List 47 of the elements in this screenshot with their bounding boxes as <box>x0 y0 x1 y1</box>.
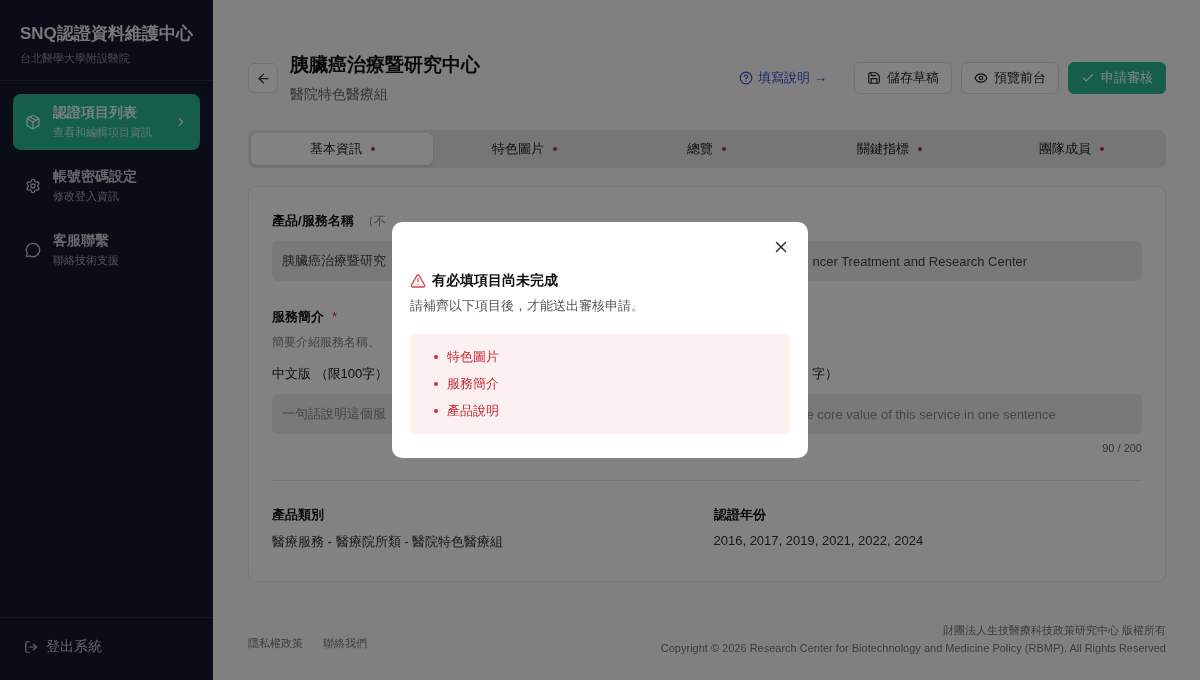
bullet-icon <box>434 382 438 386</box>
check-icon <box>1081 71 1095 85</box>
character-count: 90 / 200 <box>1101 442 1142 454</box>
footer-link[interactable]: 聯絡我們 <box>323 636 367 651</box>
chat-icon <box>25 242 41 258</box>
tab[interactable]: 總覽 <box>615 133 799 165</box>
bullet-icon <box>434 409 438 413</box>
field-label: 中文版 （限100字） <box>272 365 390 383</box>
app-title: SNQ認證資料維護中心 <box>20 23 193 45</box>
tab[interactable]: 基本資訊 <box>251 133 434 165</box>
warning-icon <box>410 273 426 289</box>
box-icon <box>25 114 41 130</box>
field-label: 產品/服務名稱 <box>272 212 354 230</box>
field-label: 字） <box>810 365 839 383</box>
info-value: 2016, 2017, 2019, 2021, 2022, 2024 <box>713 533 925 548</box>
info-label: 產品類別 <box>272 507 324 522</box>
tab[interactable]: 關鍵指標 <box>798 133 981 165</box>
field-label: 服務簡介 <box>272 308 324 326</box>
logout-button[interactable]: 登出系統 <box>0 617 213 680</box>
field-note: （不 <box>361 213 386 230</box>
eye-icon <box>974 71 988 85</box>
footer-org: 財團法人生技醫療科技政策研究中心 版權所有 <box>942 623 1166 638</box>
settings-icon <box>25 178 41 194</box>
missing-item: 產品說明 <box>447 402 499 420</box>
missing-item: 特色圖片 <box>447 348 499 366</box>
back-button[interactable] <box>248 63 278 93</box>
help-icon <box>739 71 754 85</box>
help-link[interactable]: 填寫說明 → <box>739 69 827 87</box>
dialog-title: 有必填項目尚未完成 <box>432 272 558 290</box>
sidebar-item-label: 帳號密碼設定 <box>53 168 138 186</box>
info-value: 醫療服務 - 醫療院所類 - 醫院特色醫療組 <box>272 533 505 551</box>
required-mark: * <box>332 309 338 324</box>
save-icon <box>867 71 881 85</box>
info-label: 認證年份 <box>713 507 766 522</box>
dialog-message: 請補齊以下項目後，才能送出審核申請。 <box>410 297 645 315</box>
bullet-icon <box>434 355 438 359</box>
save-draft-button[interactable]: 儲存草稿 <box>854 62 952 94</box>
sidebar-item-label: 客服聯繫 <box>53 232 110 250</box>
logout-icon <box>24 640 38 654</box>
tab[interactable]: 特色圖片 <box>433 133 616 165</box>
page-subtitle: 醫院特色醫療組 <box>290 86 389 104</box>
preview-button[interactable]: 預覽前台 <box>961 62 1059 94</box>
missing-item: 服務簡介 <box>447 375 499 393</box>
sidebar-item-label: 認證項目列表 <box>53 104 138 122</box>
tab[interactable]: 團隊成員 <box>980 133 1163 165</box>
copyright-text: Copyright © 2026 Research Center for Biotechnology and Medicine Policy (RBMP). All Rights Reserved <box>660 642 1166 654</box>
page-title: 胰臟癌治療暨研究中心 <box>290 53 481 77</box>
